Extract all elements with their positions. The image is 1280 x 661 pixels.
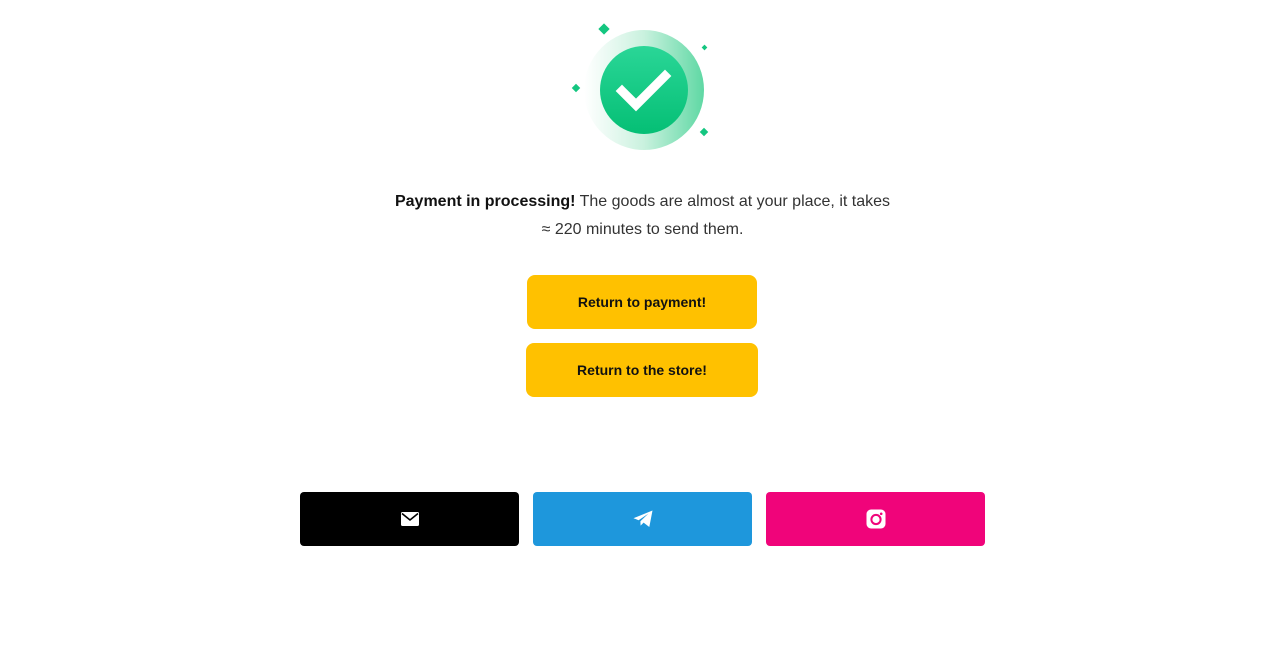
- success-check-graphic: [570, 22, 710, 154]
- status-message: Payment in processing! The goods are alm…: [340, 188, 945, 244]
- email-button[interactable]: [300, 492, 519, 546]
- telegram-icon: [633, 510, 652, 527]
- check-circle-icon: [571, 23, 709, 150]
- return-to-store-button[interactable]: Return to the store!: [526, 343, 758, 397]
- status-lead: Payment in processing!: [394, 193, 576, 210]
- mail-icon: [400, 512, 419, 526]
- status-text-line1: The goods are almost at your place, it t…: [579, 193, 891, 210]
- payment-status-page: Payment in processing! The goods are alm…: [0, 0, 1280, 661]
- telegram-button[interactable]: [533, 492, 752, 546]
- instagram-icon: [866, 509, 885, 529]
- return-to-payment-button[interactable]: Return to payment!: [527, 275, 757, 329]
- status-text-line2: ≈ 220 minutes to send them.: [541, 221, 744, 238]
- instagram-button[interactable]: [766, 492, 985, 546]
